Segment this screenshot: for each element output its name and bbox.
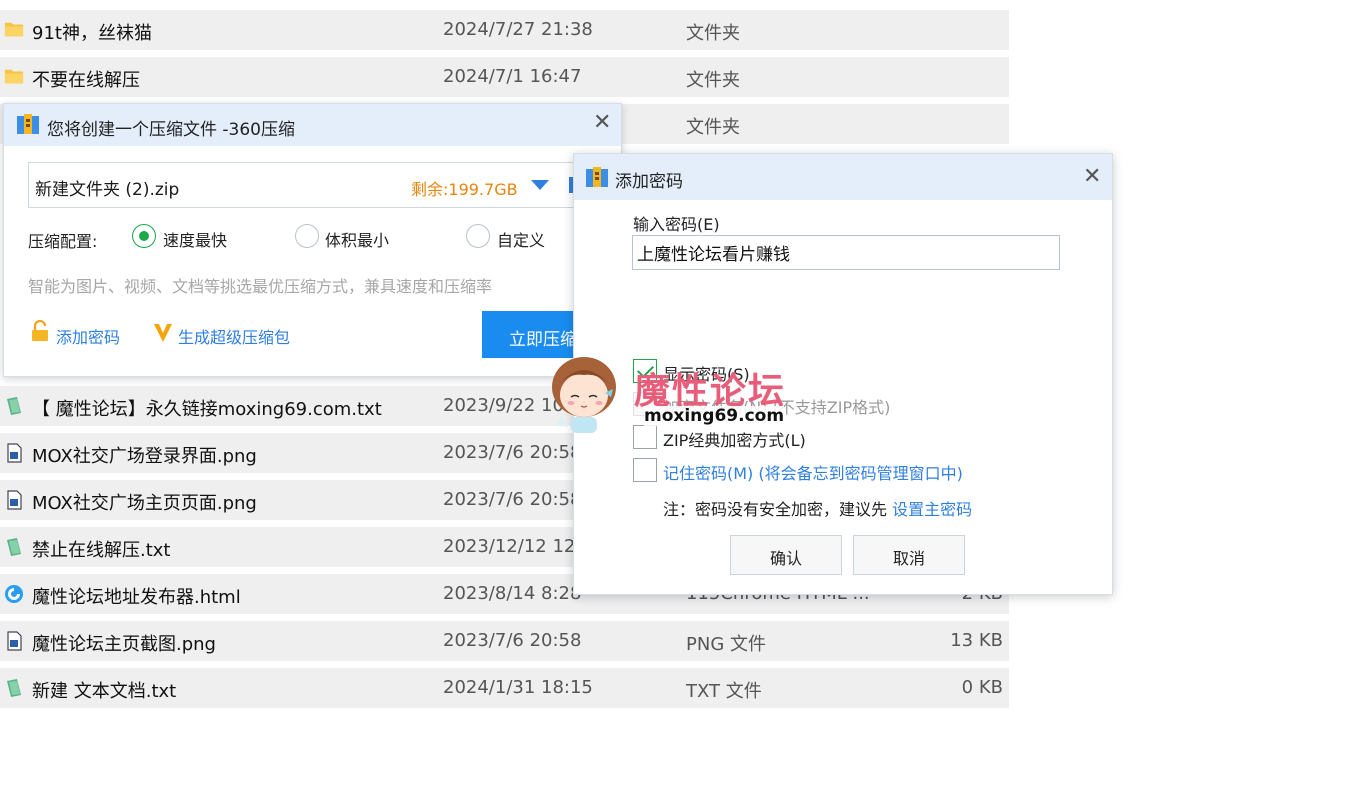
- folder-icon: [4, 20, 24, 40]
- password-dialog-titlebar[interactable]: 添加密码 ✕: [574, 154, 1112, 200]
- file-name: 新建 文本文档.txt: [32, 681, 177, 702]
- file-name: 禁止在线解压.txt: [32, 540, 171, 561]
- password-security-note: 注：密码没有安全加密，建议先 设置主密码: [663, 496, 972, 520]
- file-name: 91t神，丝袜猫: [32, 23, 152, 44]
- file-date: 2024/7/1 16:47: [443, 66, 582, 87]
- file-name: 不要在线解压: [32, 70, 140, 91]
- txt-file-icon: [4, 537, 24, 557]
- radio-custom-label[interactable]: 自定义: [497, 227, 545, 251]
- compress-dialog-titlebar[interactable]: 您将创建一个压缩文件 -360压缩 ✕: [4, 104, 621, 146]
- radio-custom[interactable]: [466, 224, 490, 248]
- password-input-label: 输入密码(E): [633, 215, 720, 234]
- compress-dialog-title: 您将创建一个压缩文件 -360压缩: [47, 120, 295, 140]
- free-space-label: 剩余:199.7GB: [411, 180, 518, 199]
- file-row[interactable]: 新建 文本文档.txt 2024/1/31 18:15 TXT 文件 0 KB: [0, 668, 1009, 708]
- file-type: 文件夹: [686, 23, 740, 44]
- file-name: 【 魔性论坛】永久链接moxing69.com.txt: [32, 399, 382, 420]
- lock-icon[interactable]: [30, 320, 50, 342]
- password-input[interactable]: [632, 235, 1060, 270]
- watermark-url: moxing69.com: [644, 406, 785, 426]
- file-type: 文件夹: [686, 117, 740, 138]
- file-date: 2023/8/14 8:28: [443, 583, 582, 604]
- file-row[interactable]: 91t神，丝袜猫 2024/7/27 21:38 文件夹: [0, 10, 1009, 50]
- txt-file-icon: [4, 678, 24, 698]
- super-package-icon[interactable]: [152, 322, 174, 344]
- file-row[interactable]: 不要在线解压 2024/7/1 16:47 文件夹: [0, 57, 1009, 97]
- file-name: 魔性论坛主页截图.png: [32, 634, 216, 655]
- file-date: 2023/7/6 20:58: [443, 489, 582, 510]
- image-file-icon: [4, 631, 24, 651]
- file-name: MOX社交广场登录界面.png: [32, 446, 257, 467]
- close-icon[interactable]: ✕: [593, 112, 611, 134]
- archive-name-value: 新建文件夹 (2).zip: [35, 180, 180, 200]
- compress-hint: 智能为图片、视频、文档等挑选最优压缩方式，兼具速度和压缩率: [28, 277, 493, 296]
- note-text: 注：密码没有安全加密，建议先: [663, 500, 888, 519]
- chevron-down-icon[interactable]: [531, 180, 549, 190]
- radio-smallest-label[interactable]: 体积最小: [325, 227, 389, 251]
- file-type: TXT 文件: [686, 681, 762, 702]
- txt-file-icon: [4, 396, 24, 416]
- radio-fastest[interactable]: [132, 224, 156, 248]
- file-date: 2023/12/12 12: [443, 536, 576, 557]
- file-type: 文件夹: [686, 70, 740, 91]
- file-name: 魔性论坛地址发布器.html: [32, 587, 241, 608]
- set-master-password-link[interactable]: 设置主密码: [892, 500, 972, 519]
- browser-html-icon: [4, 584, 24, 604]
- close-icon[interactable]: ✕: [1083, 166, 1101, 188]
- folder-icon: [4, 67, 24, 87]
- remember-password-label[interactable]: 记住密码(M) (将会备忘到密码管理窗口中): [663, 460, 963, 484]
- compress-config-label: 压缩配置:: [28, 232, 98, 251]
- archive-name-field[interactable]: 新建文件夹 (2).zip 剩余:199.7GB: [28, 162, 588, 208]
- file-date: 2023/7/6 20:58: [443, 442, 582, 463]
- password-dialog-title: 添加密码: [615, 172, 683, 192]
- cancel-button[interactable]: 取消: [853, 535, 965, 575]
- file-row[interactable]: 魔性论坛主页截图.png 2023/7/6 20:58 PNG 文件 13 KB: [0, 621, 1009, 661]
- compress-dialog: 您将创建一个压缩文件 -360压缩 ✕ 新建文件夹 (2).zip 剩余:199…: [3, 103, 622, 377]
- confirm-button[interactable]: 确认: [730, 535, 842, 575]
- chibi-girl-icon: [552, 357, 616, 433]
- file-date: 2024/1/31 18:15: [443, 677, 593, 698]
- radio-fastest-label[interactable]: 速度最快: [163, 227, 227, 251]
- radio-smallest[interactable]: [295, 224, 319, 248]
- file-size: 13 KB: [950, 630, 1003, 651]
- file-size: 0 KB: [961, 677, 1003, 698]
- file-name: MOX社交广场主页页面.png: [32, 493, 257, 514]
- add-password-link[interactable]: 添加密码: [56, 324, 120, 348]
- archive-app-icon: [586, 167, 608, 187]
- file-date: 2023/7/6 20:58: [443, 630, 582, 651]
- desktop-stage: 91t神，丝袜猫 2024/7/27 21:38 文件夹 不要在线解压 2024/7/1…: [0, 0, 1368, 790]
- image-file-icon: [4, 443, 24, 463]
- remember-password-checkbox[interactable]: [633, 458, 657, 482]
- archive-app-icon: [17, 114, 39, 134]
- forum-watermark: 魔性论坛 moxing69.com: [541, 343, 811, 443]
- image-file-icon: [4, 490, 24, 510]
- file-date: 2024/7/27 21:38: [443, 19, 593, 40]
- file-type: PNG 文件: [686, 634, 766, 655]
- super-package-link[interactable]: 生成超级压缩包: [178, 324, 290, 348]
